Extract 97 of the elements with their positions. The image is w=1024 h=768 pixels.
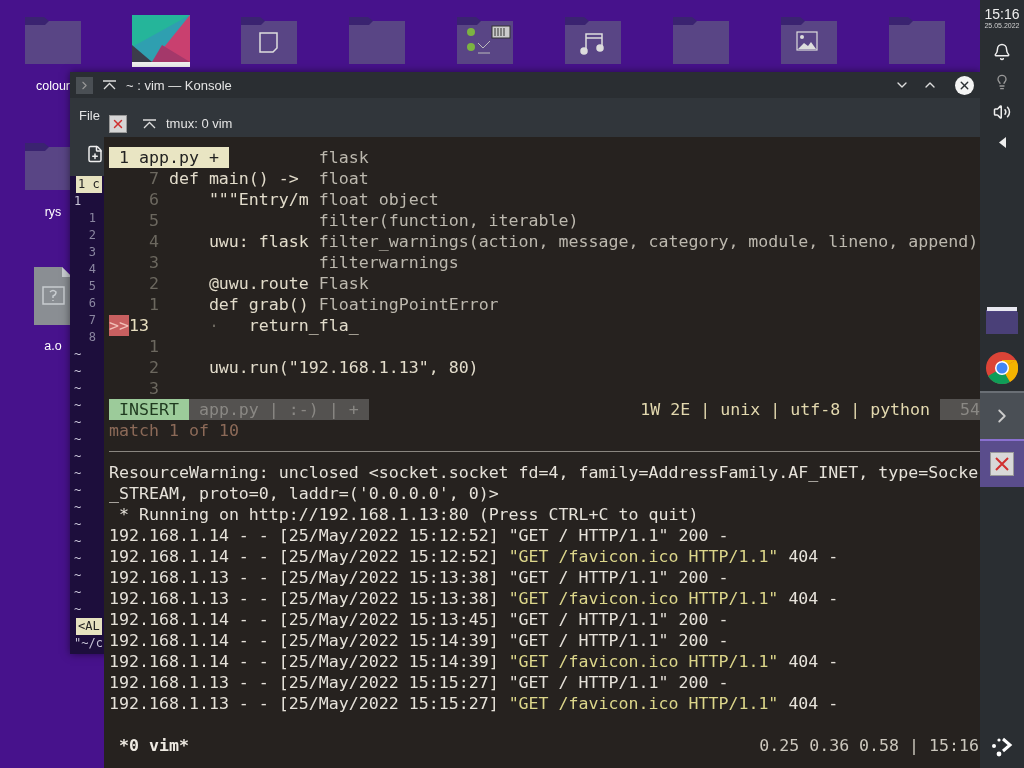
log-line: 192.168.1.14 - - [25/May/2022 15:12:52] "GET /favicon.ico HTTP/1.1" 404 -	[109, 546, 839, 567]
empty-line-marker: ~	[74, 363, 82, 380]
empty-line-marker: ~	[74, 550, 82, 567]
notification-icon[interactable]	[993, 43, 1011, 61]
completion-item[interactable]: float object	[318, 189, 979, 210]
menu-item[interactable]: File	[79, 107, 100, 123]
output-line: ResourceWarning: unclosed <socket.socket fd=4, family=AddressFamily.AF_INET, type=Socke	[109, 462, 979, 483]
code-line: def grab()	[208, 294, 309, 315]
empty-line-marker: ~	[74, 482, 82, 499]
empty-line-marker: ~	[74, 533, 82, 550]
app-menu-button[interactable]	[76, 76, 93, 94]
completion-item[interactable]: filter(function, iterable)	[318, 210, 979, 231]
buffer-number: 1	[74, 193, 82, 210]
line-number: 3	[87, 244, 96, 261]
empty-line-marker: ~	[74, 431, 82, 448]
line-number: 1	[147, 294, 159, 315]
line-number: 1	[147, 336, 159, 357]
search-message: match 1 of 10	[109, 420, 239, 441]
volume-icon[interactable]	[993, 103, 1011, 121]
log-line: 192.168.1.13 - - [25/May/2022 15:15:27] "GET / HTTP/1.1" 200 -	[109, 672, 729, 693]
empty-line-marker: ~	[74, 380, 82, 397]
line-number: 8	[87, 329, 96, 346]
log-line: 192.168.1.14 - - [25/May/2022 15:13:45] "GET / HTTP/1.1" 200 -	[109, 609, 729, 630]
task-button[interactable]	[980, 439, 1024, 487]
command-message: "~/c	[74, 635, 103, 652]
line-number: 6	[87, 295, 96, 312]
line-number: 5	[87, 278, 96, 295]
close-button[interactable]	[109, 114, 127, 133]
mode-indicator: INSERT	[109, 399, 189, 420]
code-line: """Entry/m	[208, 189, 309, 210]
line-number: 5	[147, 210, 159, 231]
code-line: uwu: flask	[208, 231, 309, 252]
mode-indicator: <AL	[76, 618, 102, 635]
lightbulb-icon[interactable]	[994, 74, 1010, 90]
clock[interactable]: 15:16	[984, 6, 1020, 22]
completion-item[interactable]: Flask	[318, 273, 979, 294]
completion-item[interactable]: filterwarnings	[318, 252, 979, 273]
line-number: 4	[147, 231, 159, 252]
empty-line-marker: ~	[74, 499, 82, 516]
code-line: def main() ->	[168, 168, 299, 189]
expand-icon[interactable]	[998, 136, 1006, 148]
empty-line-marker: ~	[74, 567, 82, 584]
log-line: 192.168.1.14 - - [25/May/2022 15:14:39] "GET / HTTP/1.1" 200 -	[109, 630, 729, 651]
close-app-icon	[990, 452, 1014, 476]
line-number: 2	[147, 357, 159, 378]
icon-label: colour	[35, 79, 70, 93]
load-and-time: 0.25 0.36 0.58 | 15:16	[759, 735, 979, 756]
code-line: @uwu.route	[208, 273, 309, 294]
folder-icon	[986, 306, 1018, 334]
empty-line-marker: ~	[74, 448, 82, 465]
note-folder-icon[interactable]	[240, 15, 298, 65]
browser-icon	[986, 352, 1018, 384]
output-line: _STREAM, proto=0, laddr=('0.0.0.0', 0)>	[109, 483, 499, 504]
line-number: 7	[87, 312, 96, 329]
keep-above-icon[interactable]	[103, 80, 116, 90]
new-tab-icon[interactable]	[86, 145, 104, 163]
output-line: * Running on http://192.168.1.13:80 (Press CTRL+C to quit)	[118, 504, 699, 525]
empty-line-marker: ~	[74, 414, 82, 431]
keep-above-icon[interactable]	[143, 118, 156, 129]
tmux-window-list: *0 vim*	[109, 735, 189, 756]
file-icon[interactable]	[34, 267, 72, 325]
line-number: 2	[87, 227, 96, 244]
log-line: 192.168.1.14 - - [25/May/2022 15:14:39] "GET /favicon.ico HTTP/1.1" 404 -	[109, 651, 839, 672]
log-line: 192.168.1.14 - - [25/May/2022 15:12:52] "GET / HTTP/1.1" 200 -	[109, 525, 729, 546]
window-title: ~ : vim — Konsole	[126, 77, 232, 93]
icon-label: rys	[44, 205, 62, 219]
completion-item[interactable]: filter_warnings(action, message, category, module, lineno, append)	[318, 231, 979, 252]
empty-line-marker: ~	[74, 397, 82, 414]
line-number: 3	[147, 378, 159, 399]
completion-item[interactable]: flask	[318, 147, 979, 168]
empty-line-marker: ~	[74, 516, 82, 533]
completion-item[interactable]: FloatingPointError	[318, 294, 979, 315]
code-line: return_fla_	[248, 315, 359, 336]
line-number: 4	[87, 261, 96, 278]
line-number: 6	[147, 189, 159, 210]
indent-guide: ·	[208, 315, 220, 336]
app-folder-icon[interactable]	[456, 15, 514, 65]
completion-item[interactable]: float	[318, 168, 979, 189]
code-line: uwu.run("192.168.1.13", 80)	[208, 357, 479, 378]
icon-label: a.o	[44, 339, 62, 353]
log-line: 192.168.1.13 - - [25/May/2022 15:13:38] "GET /favicon.ico HTTP/1.1" 404 -	[109, 588, 839, 609]
close-button[interactable]	[955, 75, 974, 95]
image-folder-icon[interactable]	[780, 15, 838, 65]
line-number: 1	[87, 210, 96, 227]
log-line: 192.168.1.13 - - [25/May/2022 15:13:38] "GET / HTTP/1.1" 200 -	[109, 567, 729, 588]
file-info: 1W 2E | unix | utf-8 | python	[640, 399, 931, 420]
error-sign: >>	[109, 315, 129, 336]
log-line: 192.168.1.13 - - [25/May/2022 15:15:27] "GET /favicon.ico HTTP/1.1" 404 -	[109, 693, 839, 714]
empty-line-marker: ~	[74, 584, 82, 601]
empty-line-marker: ~	[74, 346, 82, 363]
empty-line-marker: ~	[74, 601, 82, 618]
line-number: 3	[147, 252, 159, 273]
music-folder-icon[interactable]	[564, 15, 622, 65]
window-title: tmux: 0 vim	[166, 116, 233, 131]
empty-line-marker: ~	[74, 465, 82, 482]
line-number: 2	[147, 273, 159, 294]
line-number: 7	[147, 168, 159, 189]
